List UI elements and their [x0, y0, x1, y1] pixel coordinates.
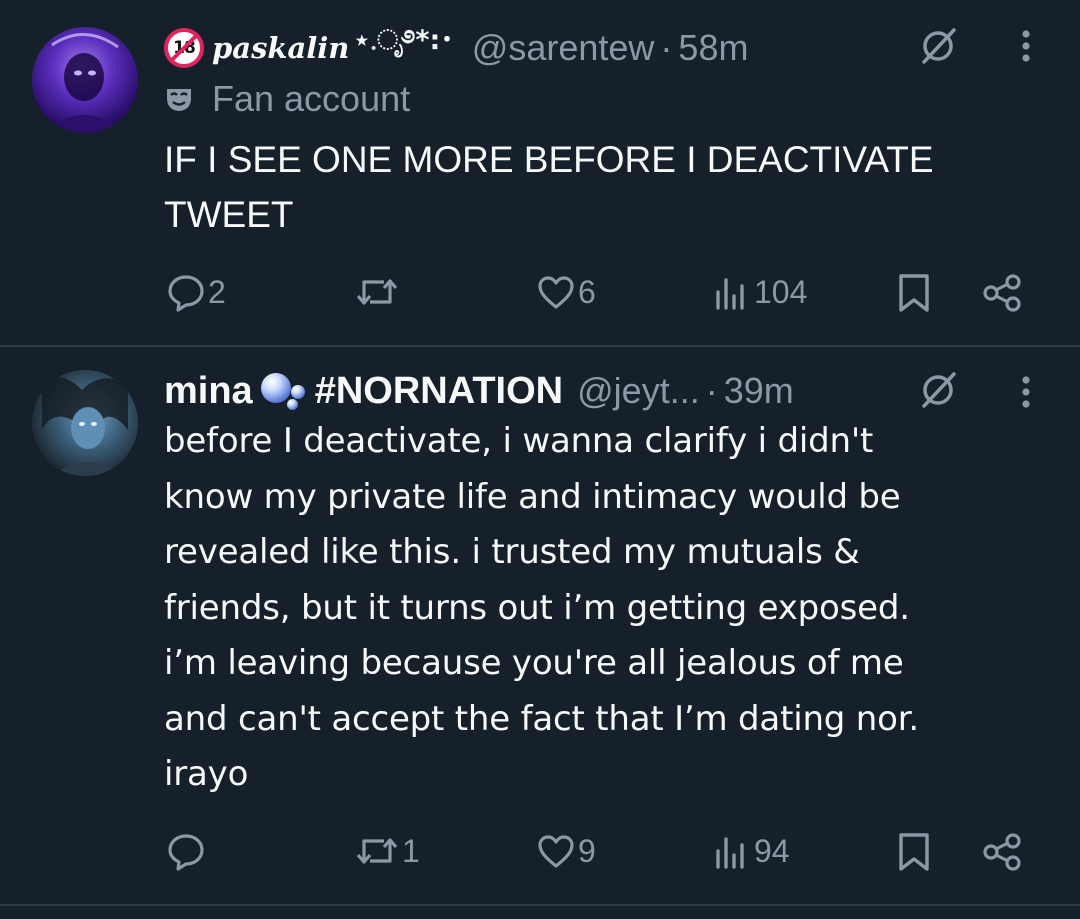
like-count: 9	[578, 832, 596, 869]
heart-icon	[538, 835, 574, 868]
like-count: 6	[578, 273, 596, 310]
share-icon	[983, 833, 1021, 871]
views-button[interactable]: 94	[712, 831, 790, 871]
grok-icon[interactable]	[916, 24, 960, 68]
bookmark-icon	[899, 274, 929, 312]
retweet-count: 1	[402, 832, 420, 869]
bookmark-icon	[899, 833, 929, 871]
separator: ·	[705, 370, 718, 411]
views-button[interactable]: 104	[712, 272, 807, 312]
divider	[0, 904, 1080, 906]
timestamp[interactable]: 39m	[724, 370, 794, 412]
account-label: Fan account	[164, 78, 410, 120]
handle[interactable]: @sarentew	[472, 27, 655, 69]
avatar[interactable]	[32, 27, 138, 133]
retweet-icon	[356, 838, 398, 864]
tweet-header: 18 paskalin ⋆.ೃ࿔*:･ @sarentew · 58m	[164, 22, 748, 74]
reply-button[interactable]	[166, 831, 208, 871]
like-button[interactable]: 6	[536, 272, 596, 312]
views-icon	[716, 837, 744, 869]
display-name[interactable]: mina	[164, 370, 253, 413]
bookmark-button[interactable]	[894, 272, 934, 314]
tweet-text: IF I SEE ONE MORE BEFORE I DEACTIVATE TW…	[164, 139, 934, 235]
separator: ·	[660, 27, 673, 68]
retweet-icon	[356, 279, 398, 305]
tweet-header: mina #NORNATION @jeyt... · 39m	[164, 364, 794, 418]
views-icon	[716, 278, 744, 310]
retweet-button[interactable]: 1	[354, 831, 420, 871]
reply-count: 2	[208, 273, 226, 310]
retweet-button[interactable]	[354, 272, 402, 312]
bubbles-icon	[260, 371, 305, 411]
share-icon	[983, 274, 1021, 312]
more-vertical-icon[interactable]	[1016, 24, 1036, 68]
age-restricted-icon: 18	[164, 28, 204, 68]
reply-button[interactable]: 2	[166, 272, 226, 312]
more-vertical-icon[interactable]	[1016, 370, 1036, 414]
display-name[interactable]: paskalin	[212, 31, 349, 65]
share-button[interactable]	[980, 272, 1024, 314]
grok-icon[interactable]	[916, 368, 960, 412]
display-name-decoration[interactable]: ⋆.ೃ࿔*:･	[353, 10, 453, 86]
mask-icon	[167, 89, 191, 111]
tweet-text: before I deactivate, i wanna clarify i d…	[164, 421, 920, 794]
like-button[interactable]: 9	[536, 831, 596, 871]
views-count: 104	[754, 273, 808, 310]
views-count: 94	[754, 832, 790, 869]
reply-icon	[168, 275, 204, 312]
share-button[interactable]	[980, 831, 1024, 873]
display-name-hashtag[interactable]: #NORNATION	[315, 370, 563, 413]
reply-icon	[168, 834, 204, 871]
bookmark-button[interactable]	[894, 831, 934, 873]
timestamp[interactable]: 58m	[678, 27, 748, 69]
avatar[interactable]	[32, 370, 138, 476]
heart-icon	[538, 276, 574, 309]
handle[interactable]: @jeyt...	[577, 370, 700, 412]
fan-account-label: Fan account	[212, 78, 411, 119]
